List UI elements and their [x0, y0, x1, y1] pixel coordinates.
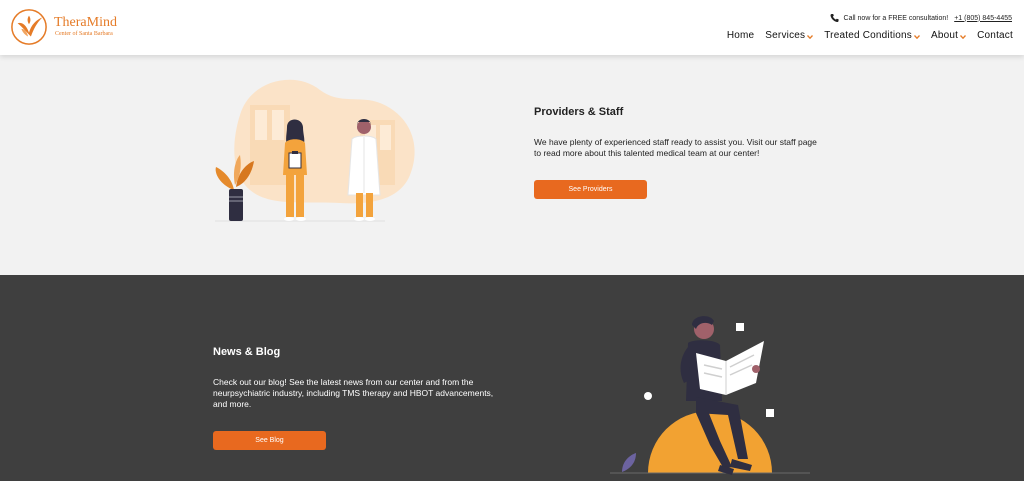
site-header: TheraMind Center of Santa Barbara Call n… — [0, 0, 1024, 55]
phoenix-logo-icon — [11, 9, 47, 45]
nav-item-contact[interactable]: Contact — [977, 30, 1013, 41]
nav-label: Treated Conditions — [824, 30, 912, 41]
nav-label: Contact — [977, 30, 1013, 41]
providers-section: Providers & Staff We have plenty of expe… — [0, 55, 1024, 275]
reading-newspaper-illustration — [610, 316, 810, 475]
nav-label: Services — [765, 30, 806, 41]
main-nav: Home Services Treated Conditions About C… — [716, 30, 1013, 41]
see-blog-button[interactable]: See Blog — [213, 431, 326, 450]
logo[interactable]: TheraMind Center of Santa Barbara — [10, 8, 117, 46]
providers-title: Providers & Staff — [534, 106, 624, 118]
nav-item-treated-conditions[interactable]: Treated Conditions — [824, 30, 920, 41]
medical-staff-illustration — [215, 79, 415, 222]
see-providers-button[interactable]: See Providers — [534, 180, 647, 199]
nav-item-services[interactable]: Services — [765, 30, 814, 41]
nav-label: Home — [726, 30, 755, 41]
news-title: News & Blog — [213, 346, 281, 358]
call-text: Call now for a FREE consultation! — [843, 14, 949, 22]
chevron-down-icon — [807, 34, 814, 39]
providers-description: We have plenty of experienced staff read… — [534, 137, 817, 158]
news-section: News & Blog Check out our blog! See the … — [0, 275, 1024, 481]
news-description: Check out our blog! See the latest news … — [213, 377, 494, 409]
logo-subtitle: Center of Santa Barbara — [55, 31, 113, 37]
nav-item-about[interactable]: About — [930, 30, 967, 41]
phone-number-link[interactable]: +1 (805) 845-4455 — [954, 15, 1012, 22]
nav-item-home[interactable]: Home — [727, 30, 754, 41]
chevron-down-icon — [914, 34, 920, 39]
phone-icon — [830, 13, 839, 22]
chevron-down-icon — [960, 34, 967, 39]
logo-name: TheraMind — [54, 15, 117, 30]
nav-label: About — [930, 30, 959, 41]
call-bar: Call now for a FREE consultation! +1 (80… — [830, 13, 1012, 23]
